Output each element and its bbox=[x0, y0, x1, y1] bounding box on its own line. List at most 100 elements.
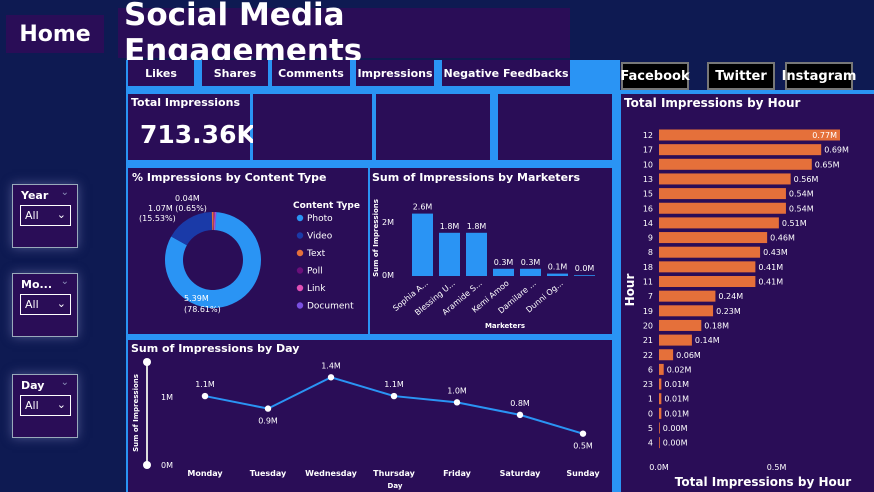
donut-label: 5.39M bbox=[184, 294, 209, 303]
data-label: 0.9M bbox=[258, 417, 278, 426]
data-point bbox=[579, 430, 587, 437]
data-label: 0.01M bbox=[664, 380, 689, 389]
data-label: 1.1M bbox=[384, 380, 404, 389]
y-tick-label: 21 bbox=[643, 336, 653, 345]
data-point bbox=[201, 392, 209, 400]
data-label: 0.46M bbox=[770, 234, 795, 243]
x-axis-label: Marketers bbox=[485, 322, 525, 330]
day-panel: Sum of Impressions by Day 1M 0M Sum of Imp… bbox=[128, 340, 612, 492]
tab-impressions[interactable]: Impressions bbox=[356, 60, 434, 86]
bar bbox=[659, 202, 786, 214]
x-tick-label: Thursday bbox=[373, 469, 415, 478]
data-label: 0.51M bbox=[782, 219, 807, 228]
data-label: 1.1M bbox=[195, 380, 215, 389]
tab-shares[interactable]: Shares bbox=[202, 60, 268, 86]
month-select[interactable]: All ⌄ bbox=[20, 294, 71, 315]
chevron-down-icon: ⌄ bbox=[60, 276, 69, 287]
bar bbox=[659, 188, 786, 200]
data-label: 0.00M bbox=[663, 424, 688, 433]
bar bbox=[439, 232, 460, 276]
y-axis-label: Hour bbox=[623, 274, 637, 307]
y-tick-label: 1M bbox=[161, 393, 173, 402]
instagram-button[interactable]: Instagram bbox=[782, 62, 856, 90]
tab-comments[interactable]: Comments bbox=[272, 60, 350, 86]
x-tick-label: Friday bbox=[443, 469, 472, 478]
month-slicer[interactable]: Mo... ⌄ All ⌄ bbox=[12, 273, 78, 337]
data-label: 0.06M bbox=[676, 351, 701, 360]
kpi-card-empty-2 bbox=[376, 94, 490, 160]
legend-marker bbox=[296, 284, 304, 292]
legend-marker bbox=[296, 214, 304, 222]
y-tick-label: 20 bbox=[643, 321, 653, 330]
x-axis-label: Day bbox=[388, 482, 403, 490]
x-tick-label: Wednesday bbox=[305, 469, 357, 478]
bar bbox=[520, 268, 541, 276]
year-slicer[interactable]: Year ⌄ All ⌄ bbox=[12, 184, 78, 248]
chevron-down-icon: ⌄ bbox=[56, 398, 66, 411]
data-label: 0.41M bbox=[758, 278, 783, 287]
y-tick-label: 14 bbox=[643, 219, 653, 228]
legend-marker bbox=[296, 232, 304, 239]
range-slider-handle bbox=[143, 461, 151, 469]
data-label: 0.77M bbox=[812, 131, 837, 140]
day-slicer-label: Day bbox=[21, 379, 45, 392]
bar bbox=[659, 232, 768, 244]
data-label: 0.01M bbox=[664, 395, 689, 404]
tab-likes[interactable]: Likes bbox=[128, 60, 194, 86]
hour-bar-chart: 12 0.77M17 0.69M10 0.65M13 0.56M15 0.54M16 0.5… bbox=[623, 129, 852, 489]
year-select[interactable]: All ⌄ bbox=[20, 205, 71, 226]
donut-label: 1.07M (0.65%) bbox=[148, 204, 207, 213]
data-point bbox=[327, 374, 335, 381]
chevron-down-icon: ⌄ bbox=[60, 377, 69, 388]
range-slider-handle bbox=[143, 358, 151, 366]
data-label: 0.14M bbox=[695, 336, 720, 345]
x-axis-label: Total Impressions by Hour bbox=[675, 475, 852, 489]
bar bbox=[659, 158, 812, 170]
y-tick-label: 1 bbox=[648, 395, 653, 404]
legend-item: Document bbox=[307, 302, 354, 312]
twitter-button[interactable]: Twitter bbox=[707, 62, 775, 90]
data-label: 1.0M bbox=[447, 386, 467, 395]
y-tick-label: 12 bbox=[643, 131, 653, 140]
data-label: 0.01M bbox=[664, 409, 689, 418]
donut-label: 0.04M bbox=[175, 194, 200, 203]
bar bbox=[659, 334, 692, 346]
y-axis-label: Sum of Impressions bbox=[132, 374, 140, 452]
day-slicer[interactable]: Day ⌄ All ⌄ bbox=[12, 374, 78, 438]
day-select-value: All bbox=[25, 399, 39, 412]
bar bbox=[659, 276, 756, 287]
tab-negative-feedbacks[interactable]: Negative Feedbacks bbox=[442, 60, 570, 86]
month-slicer-label: Mo... bbox=[21, 278, 53, 291]
facebook-button[interactable]: Facebook bbox=[620, 62, 690, 90]
bar bbox=[659, 290, 716, 302]
bar bbox=[659, 393, 662, 405]
data-label: 2.6M bbox=[413, 203, 433, 212]
y-tick-label: 9 bbox=[648, 234, 653, 243]
bar bbox=[412, 213, 433, 276]
bar bbox=[659, 319, 702, 331]
x-tick-label: Monday bbox=[187, 469, 223, 478]
data-label: 0.65M bbox=[815, 160, 840, 169]
data-label: 1.8M bbox=[467, 222, 487, 231]
data-label: 0.1M bbox=[548, 263, 568, 272]
y-tick-label: 7 bbox=[648, 292, 653, 301]
bar bbox=[493, 268, 514, 276]
bar bbox=[659, 407, 662, 419]
legend-marker bbox=[296, 267, 304, 274]
data-label: 0.24M bbox=[718, 292, 743, 301]
home-button[interactable]: Home bbox=[6, 15, 104, 53]
legend-title: Content Type bbox=[293, 201, 360, 211]
y-tick-label: 11 bbox=[643, 278, 653, 287]
y-tick-label: 16 bbox=[643, 204, 653, 213]
x-tick-label: 0.5M bbox=[767, 463, 787, 472]
chevron-down-icon: ⌄ bbox=[60, 187, 69, 198]
kpi-card-empty-1 bbox=[253, 94, 372, 160]
data-label: 0.54M bbox=[789, 190, 814, 199]
y-tick-label: 13 bbox=[643, 175, 653, 184]
page-title: Social Media Engagements bbox=[118, 0, 570, 69]
data-label: 0.00M bbox=[663, 439, 688, 448]
y-tick-label: 0 bbox=[648, 409, 653, 418]
y-tick-label: 5 bbox=[648, 424, 653, 433]
day-select[interactable]: All ⌄ bbox=[20, 395, 71, 416]
bar bbox=[659, 363, 664, 375]
